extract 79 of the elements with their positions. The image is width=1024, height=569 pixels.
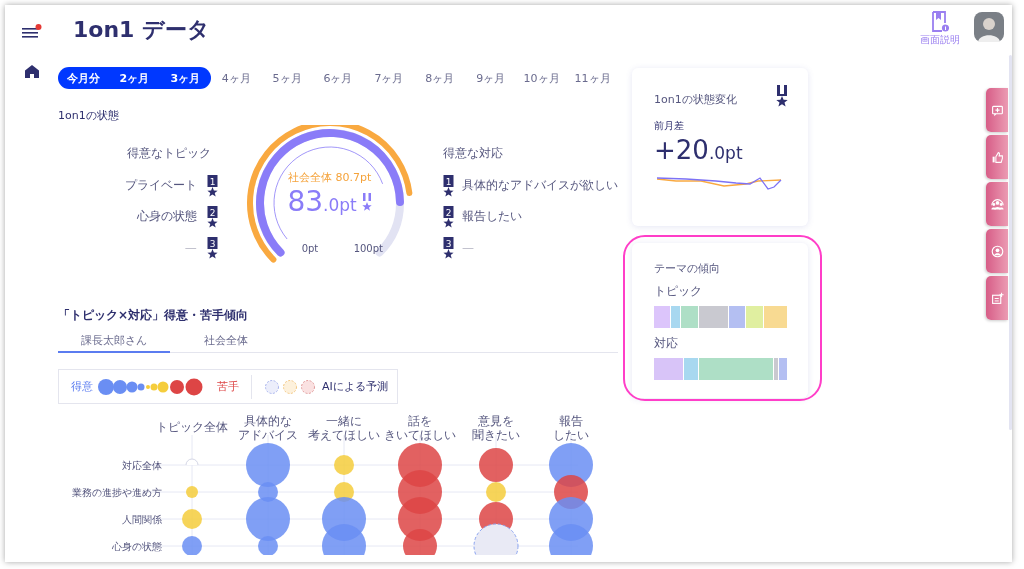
response-label: — [462,240,474,255]
medal-icon [361,193,372,211]
score-value: 83 [287,185,324,218]
column-header: 一緒に [326,415,362,428]
column-header: 考えてほしい [308,428,380,442]
gauge-min-label: 0pt [301,243,319,254]
list-heading: 得意な対応 [443,145,504,162]
period-tab[interactable]: 4ヶ月 [210,67,262,89]
response-label: 報告したい [462,208,522,225]
card-title: テーマの傾向 [654,261,721,276]
legend-label: AIによる予測 [322,379,388,394]
prediction-legend-icon [264,378,316,395]
scrollbar[interactable] [1009,55,1012,430]
medal-icon [776,85,788,107]
row-label: 対応全体 [122,460,162,471]
avatar[interactable] [974,12,1004,42]
period-tab[interactable]: 2ヶ月 [108,67,160,89]
rank-medal: 1 [206,174,218,197]
legend-label: 苦手 [217,379,239,394]
change-unit: .0pt [708,143,743,163]
row-label: 心身の状態 [112,541,162,552]
rank-medal: 2 [443,205,454,228]
page-title: 1on1 データ [73,16,211,44]
period-tab[interactable]: 8ヶ月 [414,67,466,89]
section-title: 「トピック×対応」得意・苦手傾向 [58,307,250,324]
rank-medal: 1 [443,174,454,197]
column-header: 具体的な [244,415,292,428]
response-label: 具体的なアドバイスが欲しい [462,177,618,194]
column-header: 聞きたい [472,428,520,442]
column-header: 意見を [478,415,514,428]
column-header: アドバイス [238,428,298,442]
society-score: 社会全体 80.7pt [286,170,373,185]
column-header: 話を [408,415,432,428]
side-tab[interactable] [986,276,1008,320]
rank-medal: 3 [206,236,218,259]
bar-label: トピック [654,283,703,300]
period-tab[interactable]: 6ヶ月 [312,67,364,89]
period-tab[interactable]: 今月分 [58,67,109,89]
home-icon[interactable] [24,65,39,78]
column-header: したい [553,428,589,442]
card-title: 1on1の状態変化 [654,92,737,107]
period-tab[interactable]: 9ヶ月 [465,67,517,89]
thumbs-up-icon [990,150,1004,164]
rank-medal: 2 [206,205,218,228]
row-label: 人間関係 [122,514,162,525]
period-tab[interactable]: 10ヶ月 [516,67,568,89]
side-tab[interactable] [986,88,1008,132]
card-subtitle: 前月差 [654,119,685,133]
topic-label: プライベート [124,177,197,194]
side-tab[interactable] [986,135,1008,179]
bookmark-icon [931,11,949,33]
bar-label: 対応 [654,335,679,352]
column-header: 報告 [559,415,583,428]
column-header: トピック全体 [156,420,228,434]
help-button[interactable]: 画面説明 [920,11,960,47]
side-tab[interactable] [986,182,1008,226]
topic-label: — [184,240,197,255]
group-icon [990,197,1004,211]
period-tab[interactable]: 7ヶ月 [363,67,415,89]
tab[interactable]: 課長太郎さん [58,329,170,353]
period-tab[interactable]: 11ヶ月 [567,67,618,89]
topic-label: 心身の状態 [136,208,197,225]
gauge-max-label: 100pt [353,243,383,254]
comment-plus-icon [990,103,1004,117]
side-tab[interactable] [986,229,1008,273]
row-label: 業務の進捗や進め方 [72,487,162,498]
period-tab[interactable]: 3ヶ月 [159,67,211,89]
column-header: きいてほしい [384,428,456,442]
tab[interactable]: 社会全体 [170,329,282,353]
section-title: 1on1の状態 [58,108,120,123]
score-unit: .0pt [323,195,357,215]
change-value: +20 [654,135,709,165]
period-tab[interactable]: 5ヶ月 [261,67,313,89]
note-plus-icon [990,291,1004,305]
legend-label: 得意 [71,379,93,394]
person-icon [990,244,1004,258]
rank-medal: 3 [443,236,454,259]
menu-icon[interactable] [22,24,42,40]
list-heading: 得意なトピック [126,145,211,162]
